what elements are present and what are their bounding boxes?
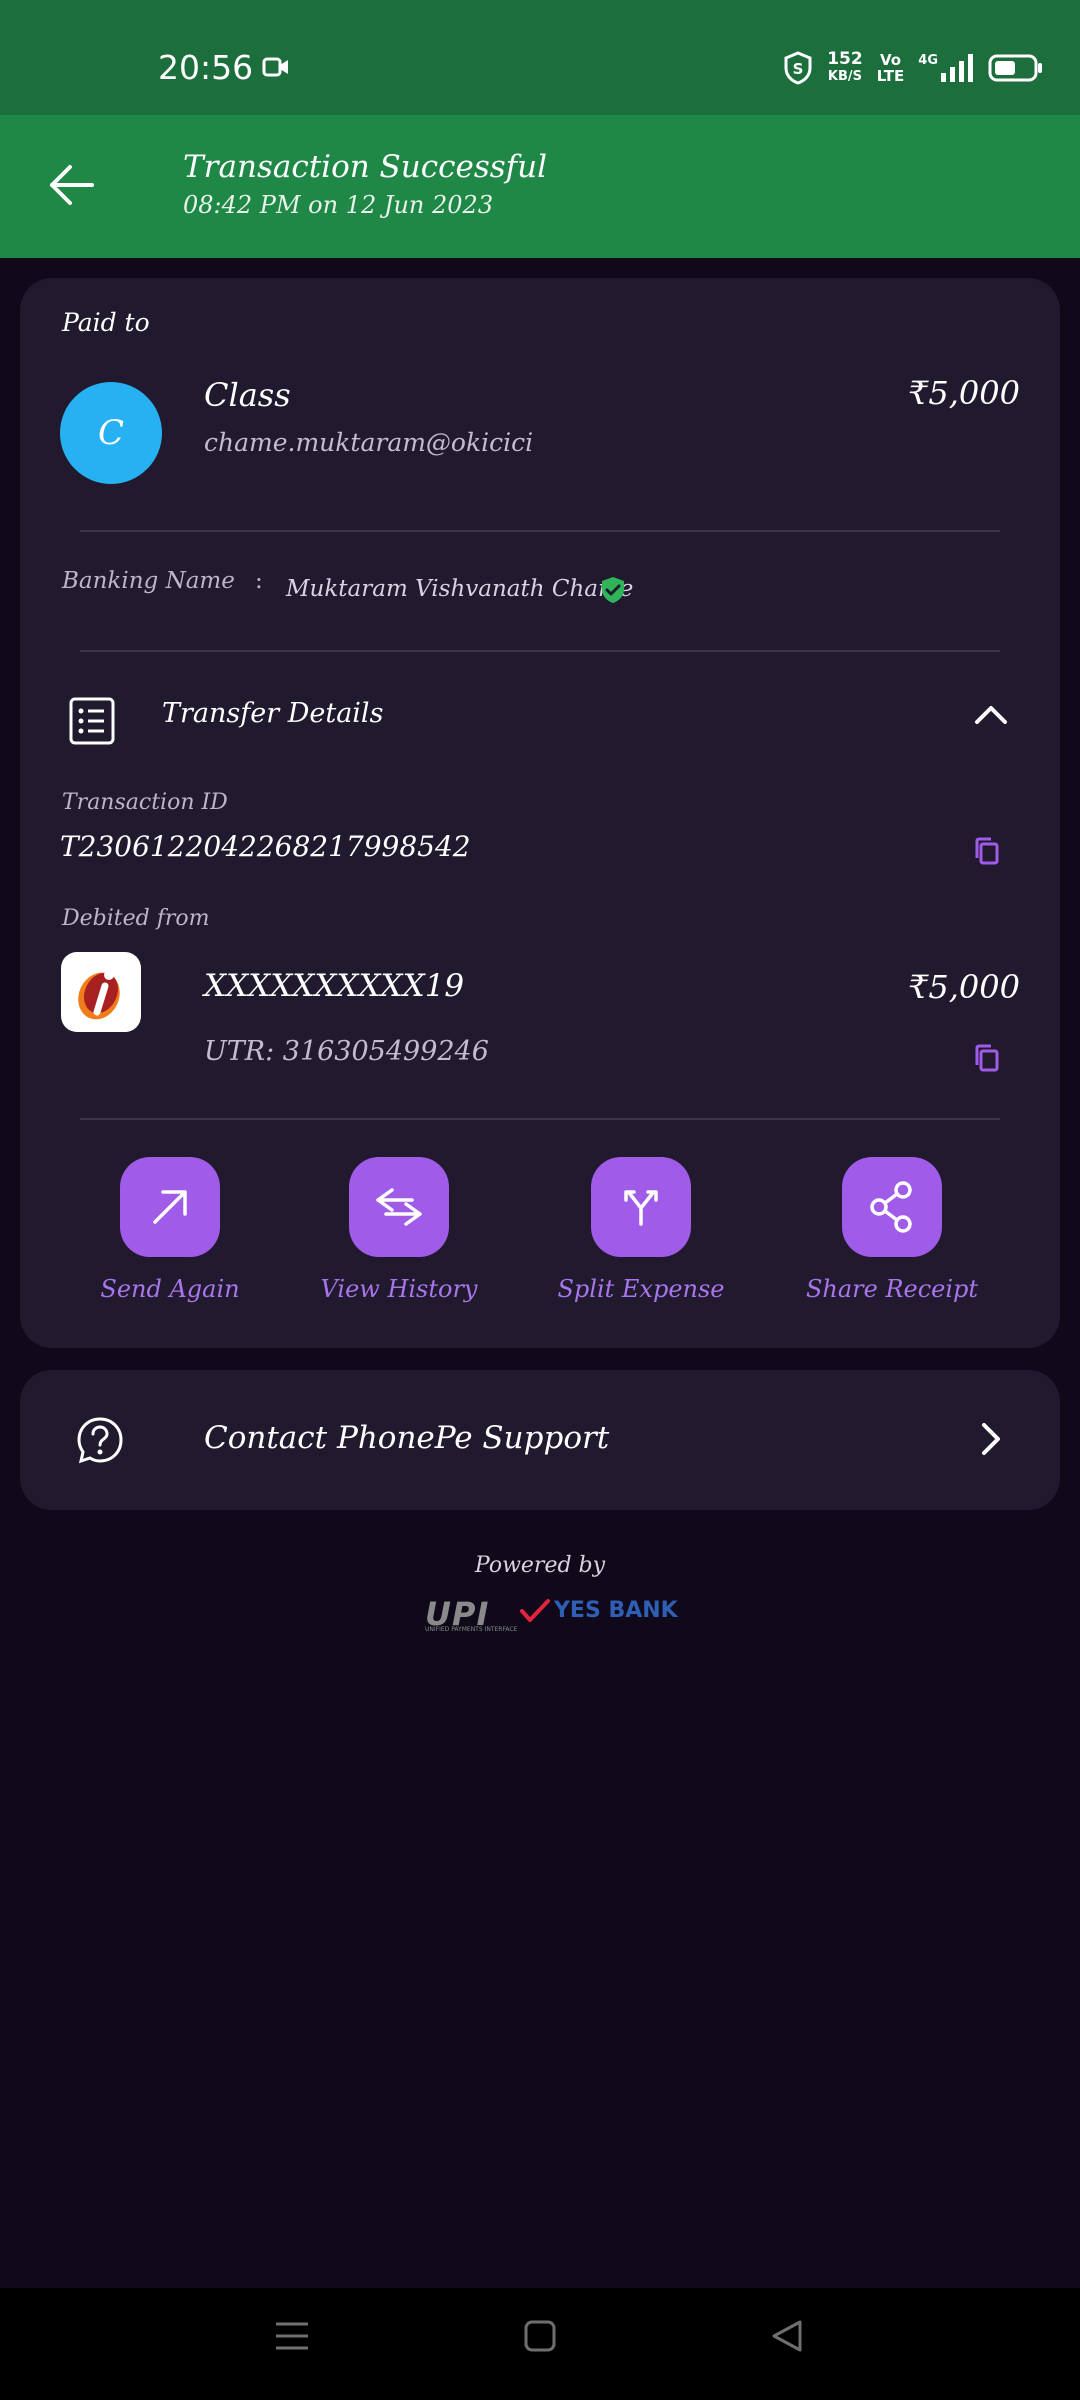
copy-icon[interactable] xyxy=(974,1043,1000,1073)
signal-strength: 4G xyxy=(918,53,974,83)
bank-logo xyxy=(61,952,141,1032)
status-time: 20:56 xyxy=(158,48,254,87)
transaction-id-value: T2306122042268217998542 xyxy=(60,830,471,863)
shield-icon: S xyxy=(784,51,812,85)
view-history-button-bg[interactable] xyxy=(349,1157,449,1257)
divider xyxy=(80,1118,1000,1120)
split-expense-label: Split Expense xyxy=(557,1275,725,1303)
view-history-label: View History xyxy=(320,1275,478,1303)
share-icon xyxy=(870,1181,912,1233)
contact-support-button[interactable]: Contact PhonePe Support xyxy=(20,1370,1060,1510)
share-receipt-label: Share Receipt xyxy=(805,1275,979,1303)
back-arrow-icon[interactable] xyxy=(44,157,100,213)
checkmark-logo-icon xyxy=(520,1598,550,1622)
payee-upi-id: chame.muktaram@okicici xyxy=(204,428,534,457)
signal-icon xyxy=(941,54,973,82)
help-circle-icon xyxy=(77,1417,123,1464)
utr-number: UTR: 316305499246 xyxy=(204,1036,489,1067)
debited-from-label: Debited from xyxy=(62,906,210,931)
paid-to-label: Paid to xyxy=(62,308,150,337)
video-camera-icon xyxy=(262,57,288,77)
battery-icon xyxy=(988,54,1042,82)
transaction-timestamp: 08:42 PM on 12 Jun 2023 xyxy=(183,191,494,219)
status-bar: 20:56 S 152 KB/S Vo LTE 4G xyxy=(0,0,1080,115)
chevron-up-icon[interactable] xyxy=(974,703,1008,725)
transaction-id-label: Transaction ID xyxy=(62,790,228,815)
page-title: Transaction Successful xyxy=(183,149,547,185)
app-bar: Transaction Successful 08:42 PM on 12 Ju… xyxy=(0,115,1080,258)
powered-by-label: Powered by xyxy=(474,1553,606,1578)
split-icon xyxy=(624,1190,658,1226)
chevron-right-icon xyxy=(982,1423,1000,1455)
upi-subtitle: UNIFIED PAYMENTS INTERFACE xyxy=(425,1626,518,1633)
share-receipt-button[interactable]: Share Receipt xyxy=(802,1157,982,1303)
yes-bank-logo: YES BANK xyxy=(520,1598,678,1623)
send-again-button[interactable]: Send Again xyxy=(80,1157,260,1303)
avatar: C xyxy=(60,382,162,484)
yes-bank-text: YES BANK xyxy=(554,1598,678,1623)
volte-indicator: Vo LTE xyxy=(876,51,905,85)
banking-name-value: Muktaram Vishvanath Chame xyxy=(286,576,634,602)
status-icons: S 152 KB/S Vo LTE 4G xyxy=(783,48,1044,88)
split-expense-button-bg[interactable] xyxy=(591,1157,691,1257)
verified-shield-icon xyxy=(602,577,624,603)
swap-arrows-icon xyxy=(376,1188,422,1226)
receipt-list-icon xyxy=(69,697,115,745)
view-history-button[interactable]: View History xyxy=(309,1157,489,1303)
divider xyxy=(80,530,1000,532)
share-receipt-button-bg[interactable] xyxy=(842,1157,942,1257)
back-triangle-icon[interactable] xyxy=(770,2318,804,2354)
network-speed: 152 KB/S xyxy=(827,49,863,85)
payee-name: Class xyxy=(204,376,291,414)
home-icon[interactable] xyxy=(523,2318,557,2354)
arrow-up-right-icon xyxy=(153,1190,187,1224)
network-type: 4G xyxy=(918,53,938,68)
contact-support-label: Contact PhonePe Support xyxy=(204,1420,610,1456)
transfer-details-title[interactable]: Transfer Details xyxy=(162,698,383,729)
divider xyxy=(80,650,1000,652)
icici-bank-logo-icon xyxy=(78,970,120,1020)
split-expense-button[interactable]: Split Expense xyxy=(551,1157,731,1303)
payment-amount: ₹5,000 xyxy=(908,374,1020,412)
send-again-label: Send Again xyxy=(100,1275,240,1303)
account-number: XXXXXXXXXX19 xyxy=(204,968,465,1004)
debited-amount: ₹5,000 xyxy=(908,968,1020,1006)
menu-icon[interactable] xyxy=(274,2318,310,2354)
transaction-card: Paid to C Class chame.muktaram@okicici ₹… xyxy=(20,278,1060,1348)
send-again-button-bg[interactable] xyxy=(120,1157,220,1257)
svg-text:S: S xyxy=(793,60,804,78)
banking-name-label: Banking Name xyxy=(62,568,235,594)
banking-name-separator: : xyxy=(255,568,263,594)
system-nav-bar xyxy=(0,2288,1080,2400)
copy-icon[interactable] xyxy=(974,836,1000,866)
